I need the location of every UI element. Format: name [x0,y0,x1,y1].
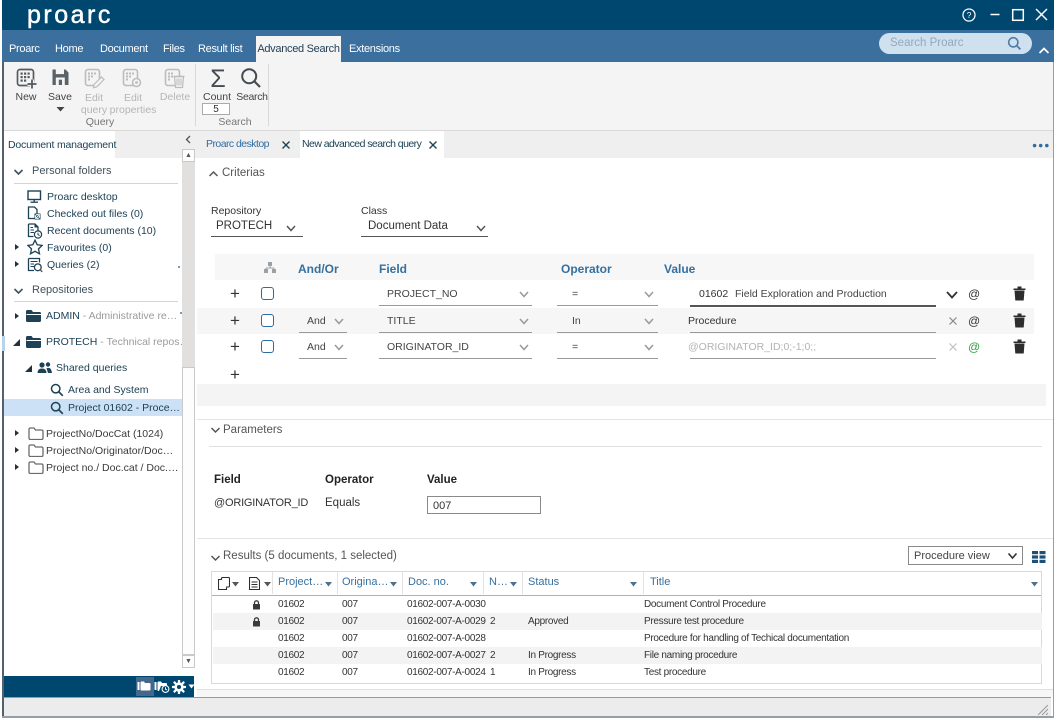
svg-text:?: ? [967,10,972,20]
